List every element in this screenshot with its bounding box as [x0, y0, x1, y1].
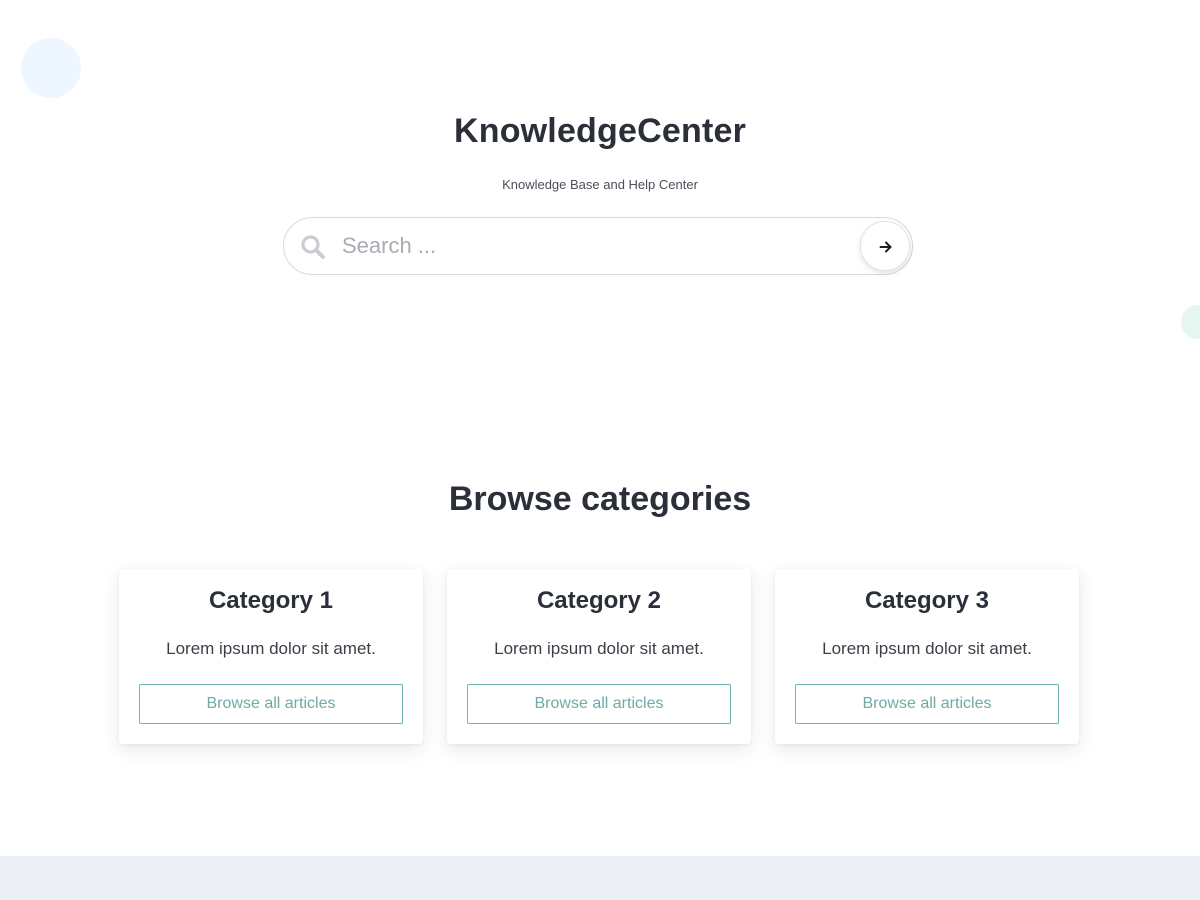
site-subtitle: Knowledge Base and Help Center	[502, 177, 698, 192]
search-input[interactable]	[342, 226, 842, 266]
decorative-circle-blue	[21, 38, 81, 98]
search-icon	[300, 234, 326, 260]
category-description: Lorem ipsum dolor sit amet.	[166, 639, 376, 658]
category-title: Category 3	[864, 587, 990, 614]
browse-all-articles-button[interactable]: Browse all articles	[467, 684, 731, 724]
category-cards: Category 1 Lorem ipsum dolor sit amet. B…	[119, 569, 1079, 745]
search-submit-button[interactable]	[860, 221, 910, 271]
category-card: Category 1 Lorem ipsum dolor sit amet. B…	[119, 569, 423, 744]
category-card: Category 3 Lorem ipsum dolor sit amet. B…	[775, 569, 1079, 744]
arrow-right-icon	[879, 241, 892, 253]
footer	[0, 856, 1200, 900]
category-title: Category 2	[536, 587, 662, 614]
site-title: KnowledgeCenter	[453, 112, 747, 150]
category-card: Category 2 Lorem ipsum dolor sit amet. B…	[447, 569, 751, 744]
search-bar	[283, 217, 913, 275]
page: KnowledgeCenter Knowledge Base and Help …	[0, 0, 1200, 900]
browse-all-articles-button[interactable]: Browse all articles	[795, 684, 1059, 724]
browse-all-articles-button[interactable]: Browse all articles	[139, 684, 403, 724]
browse-categories-heading: Browse categories	[448, 480, 752, 518]
category-title: Category 1	[208, 587, 334, 614]
decorative-circle-green	[1181, 305, 1200, 339]
category-description: Lorem ipsum dolor sit amet.	[494, 639, 704, 658]
category-description: Lorem ipsum dolor sit amet.	[822, 639, 1032, 658]
